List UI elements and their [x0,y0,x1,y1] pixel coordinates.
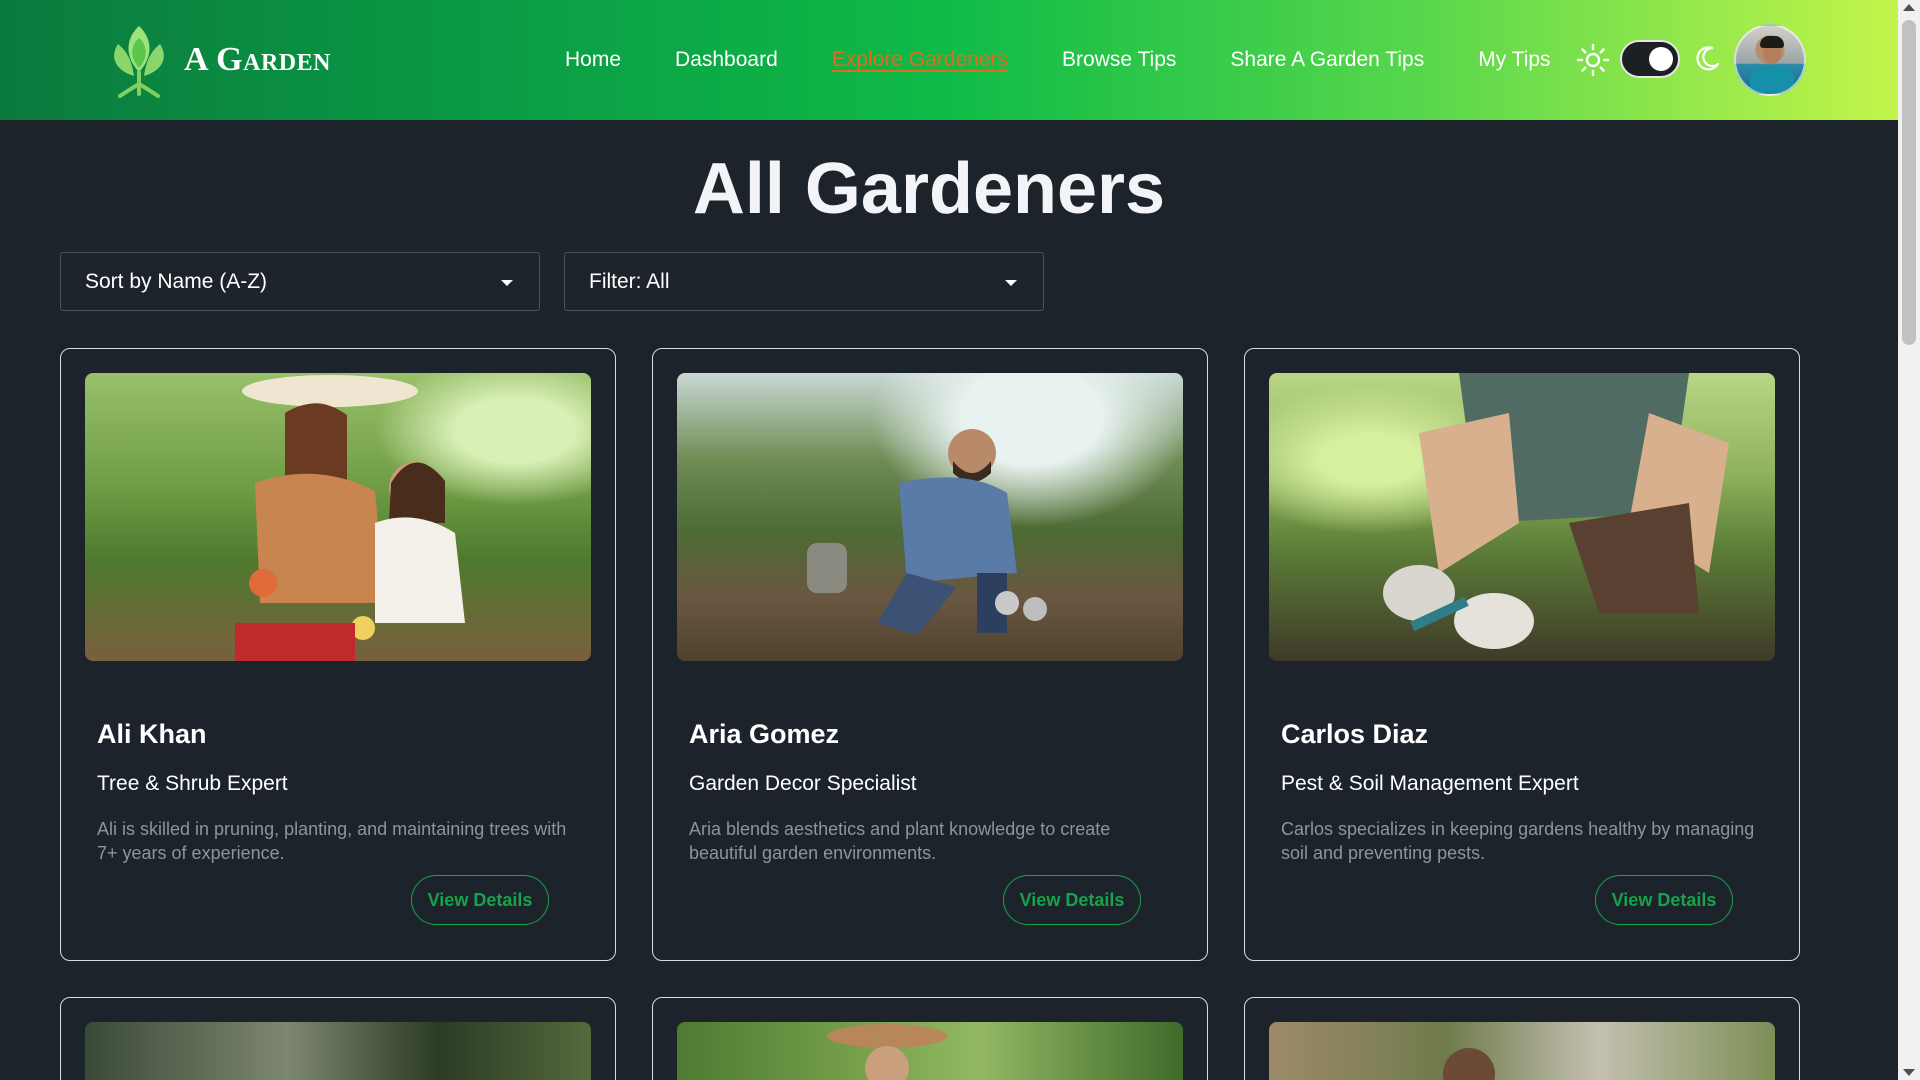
gardener-name: Carlos Diaz [1281,719,1429,749]
nav-share-tips[interactable]: Share A Garden Tips [1230,48,1424,72]
gardener-card: Aria Gomez Garden Decor Specialist Aria … [652,348,1208,961]
nav-browse-tips[interactable]: Browse Tips [1062,48,1176,72]
nav-dashboard[interactable]: Dashboard [675,48,778,72]
scroll-up-arrow-icon[interactable] [1903,4,1915,11]
caret-down-icon [1005,280,1017,286]
gardener-photo [85,1022,591,1080]
gardener-photo [85,373,591,661]
moon-icon [1696,46,1720,71]
nav-home[interactable]: Home [565,48,621,72]
gardener-card: Ali Khan Tree & Shrub Expert Ali is skil… [60,348,616,961]
gardener-photo [677,373,1183,661]
gardener-description: Aria blends aesthetics and plant knowled… [689,819,1111,863]
gardener-name: Aria Gomez [689,719,840,749]
user-avatar[interactable] [1734,24,1806,96]
gardener-photo [1269,373,1775,661]
filter-select-value: Filter: All [589,269,670,293]
gardener-role: Pest & Soil Management Expert [1281,772,1579,795]
gardener-name: Ali Khan [97,719,207,749]
nav-explore-gardeners[interactable]: Explore Gardeners [832,48,1008,72]
main-nav: Home Dashboard Explore Gardeners Browse … [565,0,1551,120]
gardener-card [1244,997,1800,1080]
brand-name: A Garden [184,41,331,78]
view-details-button[interactable]: View Details [411,875,549,925]
gardener-photo [677,1022,1183,1080]
toggle-knob [1649,47,1673,71]
gardener-card [652,997,1208,1080]
page-title: All Gardeners [692,149,1166,229]
filter-select[interactable]: Filter: All [564,252,1044,311]
gardener-description: Carlos specializes in keeping gardens he… [1281,819,1755,863]
theme-toggle[interactable] [1620,40,1680,78]
sort-select-value: Sort by Name (A-Z) [85,269,268,293]
scroll-down-arrow-icon[interactable] [1903,1069,1915,1076]
view-details-button[interactable]: View Details [1003,875,1141,925]
top-navbar: A Garden Home Dashboard Explore Gardener… [0,0,1898,120]
gardener-card [60,997,616,1080]
caret-down-icon [501,280,513,286]
gardener-card: Carlos Diaz Pest & Soil Management Exper… [1244,348,1800,961]
page-scrollbar[interactable] [1898,0,1920,1080]
scroll-thumb[interactable] [1902,20,1916,345]
view-details-button[interactable]: View Details [1595,875,1733,925]
gardener-role: Garden Decor Specialist [689,772,917,795]
nav-my-tips[interactable]: My Tips [1478,48,1550,72]
leaf-tree-logo-icon [114,26,164,98]
gardener-photo [1269,1022,1775,1080]
sort-select[interactable]: Sort by Name (A-Z) [60,252,540,311]
brand[interactable]: A Garden [104,18,331,102]
gardener-description: Ali is skilled in pruning, planting, and… [97,819,567,863]
sun-icon [1576,43,1610,77]
gardener-role: Tree & Shrub Expert [97,772,288,795]
